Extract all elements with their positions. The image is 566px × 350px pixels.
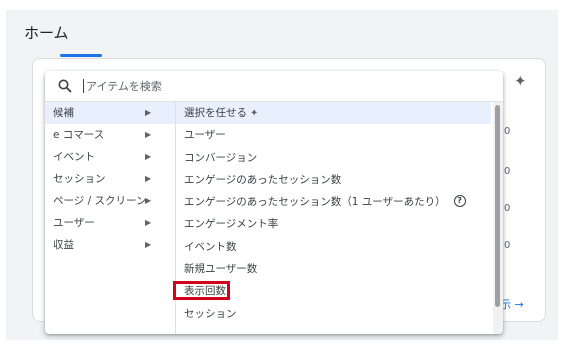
- chevron-right-icon: ▶: [145, 152, 152, 161]
- category-label: イベント: [53, 151, 95, 163]
- page-title: ホーム: [24, 24, 69, 42]
- category-item-users[interactable]: ユーザー ▶: [45, 212, 175, 234]
- category-label: e コマース: [53, 129, 105, 141]
- metric-item-sessions[interactable]: セッション: [176, 303, 491, 325]
- category-item-ecommerce[interactable]: e コマース ▶: [45, 124, 175, 146]
- category-label: セッション: [53, 173, 106, 185]
- metric-item-users[interactable]: ユーザー: [176, 124, 491, 146]
- category-label: ユーザー: [53, 217, 95, 229]
- highlight-annotation-box: [173, 281, 230, 301]
- search-row: [45, 71, 503, 102]
- chevron-right-icon: ▶: [145, 130, 152, 139]
- metric-label: エンゲージのあったセッション数（1 ユーザーあたり）: [184, 196, 446, 209]
- sparkle-icon: ✦: [250, 108, 259, 119]
- metric-label: コンバージョン: [184, 151, 258, 164]
- metric-picker-dropdown: 候補 ▶ e コマース ▶ イベント ▶ セッション ▶ ページ / スクリーン…: [45, 71, 503, 334]
- metric-item-engaged-sessions[interactable]: エンゲージのあったセッション数: [176, 169, 491, 191]
- card-value: 0: [504, 240, 511, 251]
- category-item-events[interactable]: イベント ▶: [45, 146, 175, 168]
- metric-item-engaged-sessions-per-user[interactable]: エンゲージのあったセッション数（1 ユーザーあたり）?: [176, 191, 491, 213]
- metric-list: 選択を任せる ✦ ユーザー コンバージョン エンゲージのあったセッション数 エンゲ…: [173, 102, 491, 334]
- category-item-suggestions[interactable]: 候補 ▶: [45, 102, 175, 124]
- help-icon[interactable]: ?: [453, 195, 466, 208]
- tab-indicator: [60, 54, 102, 57]
- metric-label: エンゲージのあったセッション数: [184, 173, 342, 186]
- metric-item-conversions[interactable]: コンバージョン: [176, 147, 491, 169]
- chevron-right-icon: ▶: [145, 240, 152, 249]
- metric-item-auto-select[interactable]: 選択を任せる ✦: [176, 102, 491, 125]
- text-caret: [83, 79, 84, 93]
- metric-label: セッション: [184, 307, 237, 320]
- sparkle-icon[interactable]: ✦: [514, 72, 527, 90]
- scrollbar-thumb[interactable]: [495, 105, 500, 307]
- metric-item-views[interactable]: 表示回数: [173, 280, 491, 302]
- category-list: 候補 ▶ e コマース ▶ イベント ▶ セッション ▶ ページ / スクリーン…: [45, 102, 176, 334]
- chevron-right-icon: ▶: [145, 174, 152, 183]
- metric-label: 選択を任せる: [184, 107, 247, 119]
- card-value: 0: [504, 166, 511, 177]
- card-value: 0: [504, 203, 511, 214]
- metric-item-event-count[interactable]: イベント数: [176, 236, 491, 258]
- metric-item-new-users[interactable]: 新規ユーザー数: [176, 258, 491, 280]
- search-icon: [58, 79, 72, 93]
- category-label: 収益: [53, 239, 74, 251]
- chevron-right-icon: ▶: [145, 196, 152, 205]
- metric-label: イベント数: [184, 240, 237, 253]
- category-item-sessions[interactable]: セッション ▶: [45, 168, 175, 190]
- category-item-revenue[interactable]: 収益 ▶: [45, 234, 175, 256]
- chevron-right-icon: ▶: [145, 108, 152, 117]
- metric-label: 新規ユーザー数: [184, 263, 258, 276]
- metric-label: ユーザー: [184, 129, 226, 142]
- chevron-right-icon: ▶: [145, 218, 152, 227]
- category-label: ページ / スクリーン: [53, 195, 147, 207]
- search-input[interactable]: [83, 77, 386, 95]
- category-label: 候補: [53, 107, 74, 119]
- metric-item-engagement-rate[interactable]: エンゲージメント率: [176, 213, 491, 235]
- metric-label: エンゲージメント率: [184, 218, 279, 231]
- view-more-link[interactable]: 示 →: [500, 296, 524, 312]
- category-item-pages-screens[interactable]: ページ / スクリーン ▶: [45, 190, 175, 212]
- card-value: 0: [504, 126, 511, 137]
